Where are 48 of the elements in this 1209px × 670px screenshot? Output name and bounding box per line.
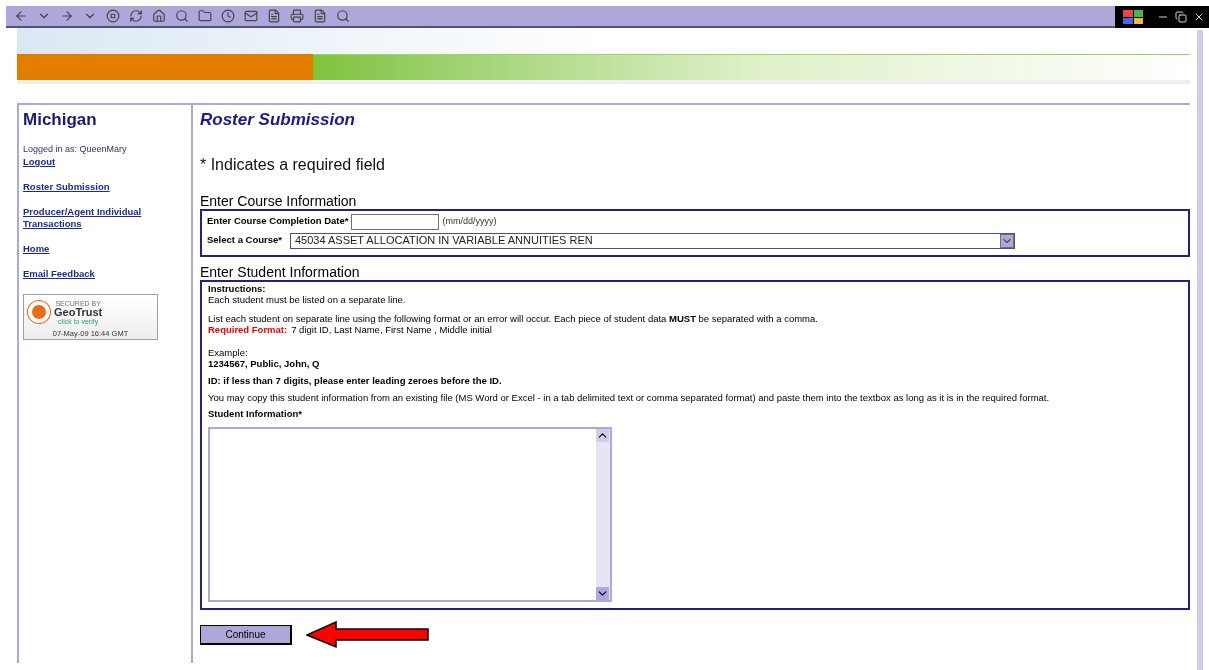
windows-logo-icon [1123, 10, 1143, 24]
caret-icon [1000, 233, 1014, 248]
seal-logo-icon [28, 301, 50, 323]
home-icon[interactable] [152, 9, 166, 23]
instruction-text: List each student on separate line using the following format or an error will occur. Each piece of student data MUST be separated with a comma. [208, 312, 819, 324]
field-label: Student Information* [208, 407, 303, 419]
required-note: * Indicates a required field [200, 154, 386, 175]
restore-icon[interactable] [1175, 11, 1187, 23]
scroll-up-icon[interactable] [596, 428, 609, 442]
clock-icon[interactable] [221, 9, 235, 23]
search-icon[interactable] [336, 9, 350, 23]
field-label: Enter Course Completion Date* [207, 214, 349, 229]
id-note: ID: if less than 7 digits, please enter leading zeroes before the ID. [208, 374, 503, 386]
section-heading: Enter Student Information [200, 263, 361, 280]
mail-icon[interactable] [244, 9, 258, 23]
date-input[interactable] [351, 213, 440, 230]
field-label: Select a Course* [207, 233, 282, 248]
document-icon[interactable] [267, 9, 281, 23]
logged-in-text: Logged in as: QueenMary [23, 142, 128, 156]
scroll-down-icon[interactable] [596, 586, 609, 600]
folder-icon[interactable] [198, 9, 212, 23]
format-label: Required Format: [208, 323, 288, 335]
copy-note: You may copy this student information from an existing file (MS Word or Excel - in a tab delimited text or comma separated format) and paste them into the textbox as long as it is in the required format. [208, 391, 1051, 403]
sidebar-link[interactable]: Roster Submission [23, 181, 143, 193]
refresh-icon[interactable] [129, 9, 143, 23]
date-format-hint: (mm/dd/yyyy) [442, 214, 497, 228]
close-icon[interactable] [1193, 11, 1205, 23]
back-icon[interactable] [14, 9, 28, 23]
section-heading: Enter Course Information [200, 192, 358, 209]
course-select[interactable]: 45034 ASSET ALLOCATION IN VARIABLE ANNUITIES REN [290, 232, 1015, 249]
sidebar-link[interactable]: Logout [23, 156, 143, 168]
state-title: Michigan [23, 109, 98, 131]
printer-icon[interactable] [290, 9, 304, 23]
page-title: Roster Submission [200, 109, 356, 131]
stop-icon[interactable] [106, 9, 120, 23]
document-icon[interactable] [313, 9, 327, 23]
format-text: 7 digit ID, Last Name, First Name , Middle initial [291, 323, 492, 335]
example-label: Example: [208, 346, 249, 358]
search-icon[interactable] [175, 9, 189, 23]
sidebar-link[interactable]: Home [23, 243, 143, 255]
sidebar-link[interactable]: Email Feedback [23, 268, 143, 280]
instruction-text: Each student must be listed on a separate line. [208, 293, 407, 305]
instructions-heading: Instructions: [208, 282, 267, 294]
sidebar-link[interactable]: Producer/Agent Individual Transactions [23, 206, 143, 230]
seal-brand: GeoTrust [54, 307, 103, 317]
continue-button[interactable]: Continue [200, 624, 292, 645]
forward-icon[interactable] [60, 9, 74, 23]
example-value: 1234567, Public, John, Q [208, 357, 321, 369]
